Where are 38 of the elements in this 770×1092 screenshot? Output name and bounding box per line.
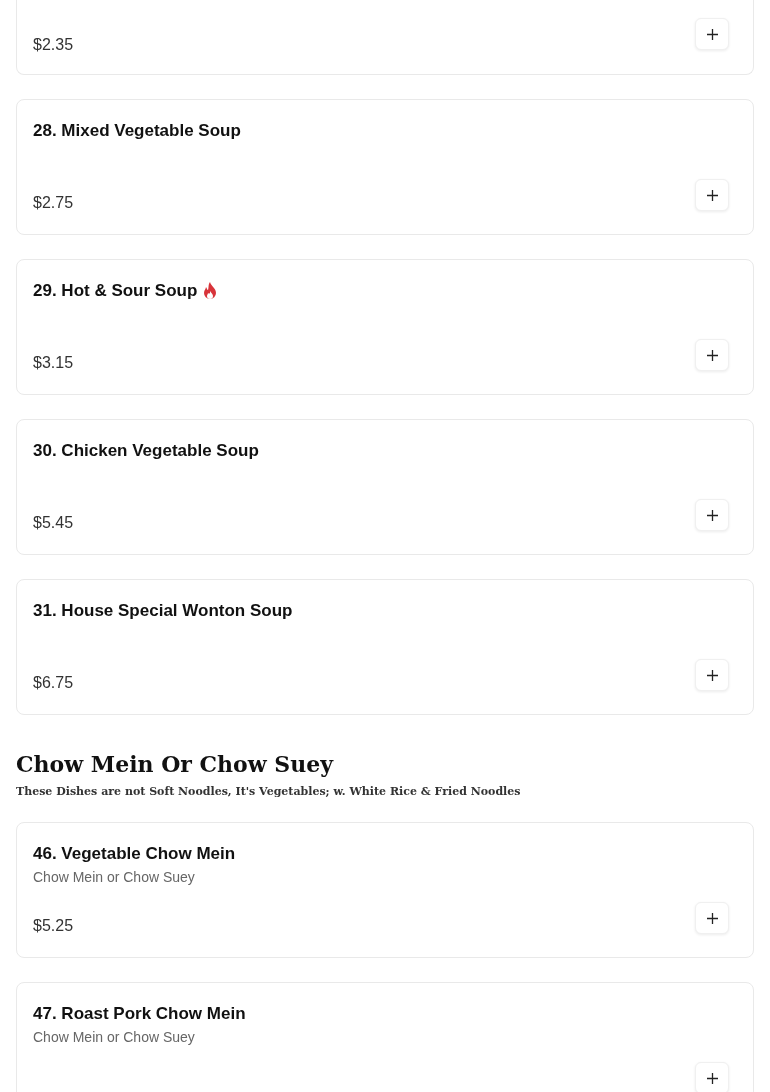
item-name: 28. Mixed Vegetable Soup xyxy=(33,120,241,142)
add-button[interactable] xyxy=(695,659,729,691)
add-button[interactable] xyxy=(695,499,729,531)
menu-item-card[interactable]: 30. Chicken Vegetable Soup $5.45 xyxy=(16,419,754,555)
menu-item-card[interactable]: 31. House Special Wonton Soup $6.75 xyxy=(16,579,754,715)
menu-item-card[interactable]: $2.35 xyxy=(16,0,754,75)
add-button[interactable] xyxy=(695,18,729,50)
menu-item-card[interactable]: 46. Vegetable Chow Mein Chow Mein or Chow Suey $5.25 xyxy=(16,822,754,958)
menu-item-card[interactable]: 28. Mixed Vegetable Soup $2.75 xyxy=(16,99,754,235)
add-button[interactable] xyxy=(695,902,729,934)
menu-item-card[interactable]: 47. Roast Pork Chow Mein Chow Mein or Chow Suey xyxy=(16,982,754,1092)
item-price: $5.45 xyxy=(33,514,74,532)
plus-icon xyxy=(706,912,718,924)
item-price: $2.75 xyxy=(33,194,74,212)
plus-icon xyxy=(706,669,718,681)
add-button[interactable] xyxy=(695,1062,729,1092)
menu-item-card[interactable]: 29. Hot & Sour Soup $3.15 xyxy=(16,259,754,395)
item-name: 30. Chicken Vegetable Soup xyxy=(33,440,259,462)
plus-icon xyxy=(706,189,718,201)
plus-icon xyxy=(706,509,718,521)
item-price: $2.35 xyxy=(33,36,74,54)
item-price: $6.75 xyxy=(33,674,74,692)
item-name: 47. Roast Pork Chow Mein xyxy=(33,1003,246,1025)
plus-icon xyxy=(706,28,718,40)
item-description: Chow Mein or Chow Suey xyxy=(33,869,196,885)
add-button[interactable] xyxy=(695,339,729,371)
plus-icon xyxy=(706,1072,718,1084)
flame-icon xyxy=(203,282,218,300)
section-title: Chow Mein Or Chow Suey xyxy=(16,751,335,777)
item-price: $5.25 xyxy=(33,917,74,935)
item-name: 29. Hot & Sour Soup xyxy=(33,280,198,302)
item-price: $3.15 xyxy=(33,354,74,372)
section-subtitle: These Dishes are not Soft Noodles, It's Vegetables; w. White Rice & Fried Noodles xyxy=(16,785,522,798)
item-name: 46. Vegetable Chow Mein xyxy=(33,843,236,865)
item-description: Chow Mein or Chow Suey xyxy=(33,1029,196,1045)
plus-icon xyxy=(706,349,718,361)
item-name: 31. House Special Wonton Soup xyxy=(33,600,293,622)
add-button[interactable] xyxy=(695,179,729,211)
